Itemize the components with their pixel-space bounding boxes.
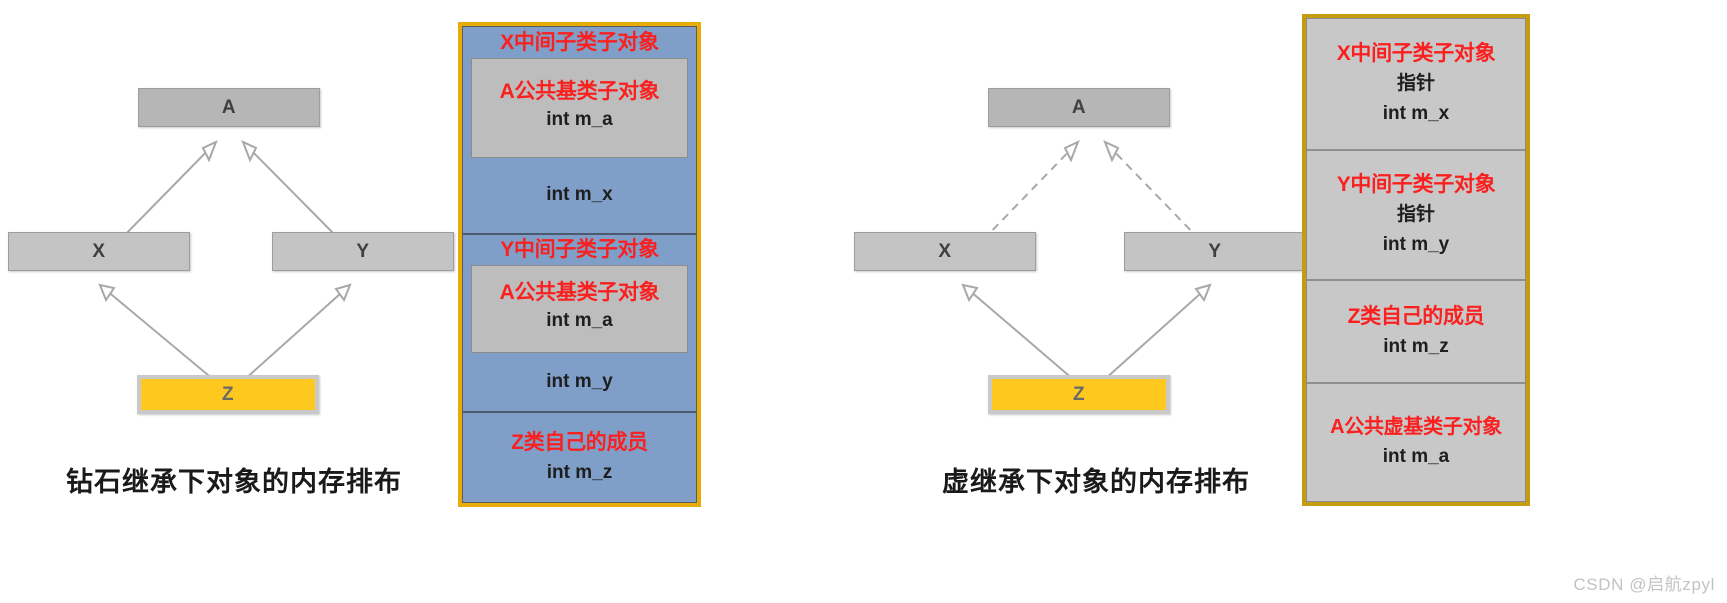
memory-subobject-a-in-x-member: int m_a xyxy=(546,109,613,131)
right-class-diagram: A X Y Z xyxy=(854,0,1306,520)
memory-block-x: X中间子类子对象 A公共基类子对象 int m_a int m_x xyxy=(463,27,696,233)
memory-block-z-member: int m_z xyxy=(546,461,613,483)
csdn-watermark: CSDN @启航zpyl xyxy=(1573,575,1715,594)
memory-block-z-title: Z类自己的成员 xyxy=(511,430,648,454)
class-box-a-virtual-label: A xyxy=(1071,96,1087,118)
class-box-x[interactable]: X xyxy=(8,232,190,271)
class-box-z-virtual[interactable]: Z xyxy=(988,375,1170,414)
memory-subobject-a-in-y-member: int m_a xyxy=(546,310,613,332)
memory-block-a-virtual: A公共虚基类子对象 int m_a xyxy=(1307,382,1525,501)
class-box-x-virtual[interactable]: X xyxy=(854,232,1036,271)
memory-block-y-virtual-pointer: 指针 xyxy=(1396,204,1435,226)
left-memory-layout: X中间子类子对象 A公共基类子对象 int m_a int m_x Y中间子类子… xyxy=(458,22,701,507)
right-memory-layout: X中间子类子对象 指针 int m_x Y中间子类子对象 指针 int m_y … xyxy=(1302,14,1530,506)
class-box-y[interactable]: Y xyxy=(272,232,454,271)
memory-block-z-virtual-member: int m_z xyxy=(1383,335,1449,357)
memory-block-z: Z类自己的成员 int m_z xyxy=(463,411,696,502)
class-box-a[interactable]: A xyxy=(138,88,320,127)
left-class-diagram: A X Y Z xyxy=(0,0,460,520)
class-box-z-label: Z xyxy=(221,383,235,405)
memory-block-y-virtual: Y中间子类子对象 指针 int m_y xyxy=(1307,149,1525,279)
left-caption: 钻石继承下对象的内存排布 xyxy=(66,467,402,497)
memory-block-y-title: Y中间子类子对象 xyxy=(500,238,659,261)
memory-block-x-virtual-title: X中间子类子对象 xyxy=(1336,42,1496,66)
memory-block-x-title: X中间子类子对象 xyxy=(500,31,659,54)
memory-block-a-virtual-member: int m_a xyxy=(1382,446,1450,468)
memory-subobject-a-in-y: A公共基类子对象 int m_a xyxy=(471,265,688,354)
class-box-z-virtual-label: Z xyxy=(1072,383,1086,405)
memory-block-x-virtual: X中间子类子对象 指针 int m_x xyxy=(1307,19,1525,149)
memory-subobject-a-in-x-title: A公共基类子对象 xyxy=(499,80,660,104)
memory-subobject-a-in-x: A公共基类子对象 int m_a xyxy=(471,58,688,159)
memory-block-x-member: int m_x xyxy=(546,184,613,206)
memory-block-y-virtual-title: Y中间子类子对象 xyxy=(1336,173,1496,197)
diamond-inheritance-panel: A X Y Z 钻石继承下对象的内存排布 X中间子类子对象 A公共基类子对象 i… xyxy=(0,0,800,603)
memory-block-z-virtual: Z类自己的成员 int m_z xyxy=(1307,279,1525,382)
memory-subobject-a-in-y-title: A公共基类子对象 xyxy=(499,281,660,305)
class-box-z[interactable]: Z xyxy=(137,375,319,414)
memory-block-z-virtual-title: Z类自己的成员 xyxy=(1347,304,1485,328)
memory-block-x-virtual-pointer: 指针 xyxy=(1396,73,1435,95)
class-box-x-label: X xyxy=(92,240,106,262)
class-box-y-virtual-label: Y xyxy=(1208,240,1222,262)
memory-block-y-virtual-member: int m_y xyxy=(1382,234,1450,256)
class-box-x-virtual-label: X xyxy=(938,240,952,262)
memory-block-y-member: int m_y xyxy=(546,370,613,392)
class-box-y-label: Y xyxy=(356,240,370,262)
class-box-y-virtual[interactable]: Y xyxy=(1124,232,1306,271)
virtual-inheritance-panel: A X Y Z 虚继承下对象的内存排布 X中间子类子对象 指针 int m_x xyxy=(854,0,1727,603)
class-box-a-label: A xyxy=(221,96,237,118)
memory-block-y: Y中间子类子对象 A公共基类子对象 int m_a int m_y xyxy=(463,233,696,411)
class-box-a-virtual[interactable]: A xyxy=(988,88,1170,127)
right-caption: 虚继承下对象的内存排布 xyxy=(942,467,1250,497)
memory-block-x-virtual-member: int m_x xyxy=(1382,103,1450,125)
memory-block-a-virtual-title: A公共虚基类子对象 xyxy=(1330,416,1502,439)
